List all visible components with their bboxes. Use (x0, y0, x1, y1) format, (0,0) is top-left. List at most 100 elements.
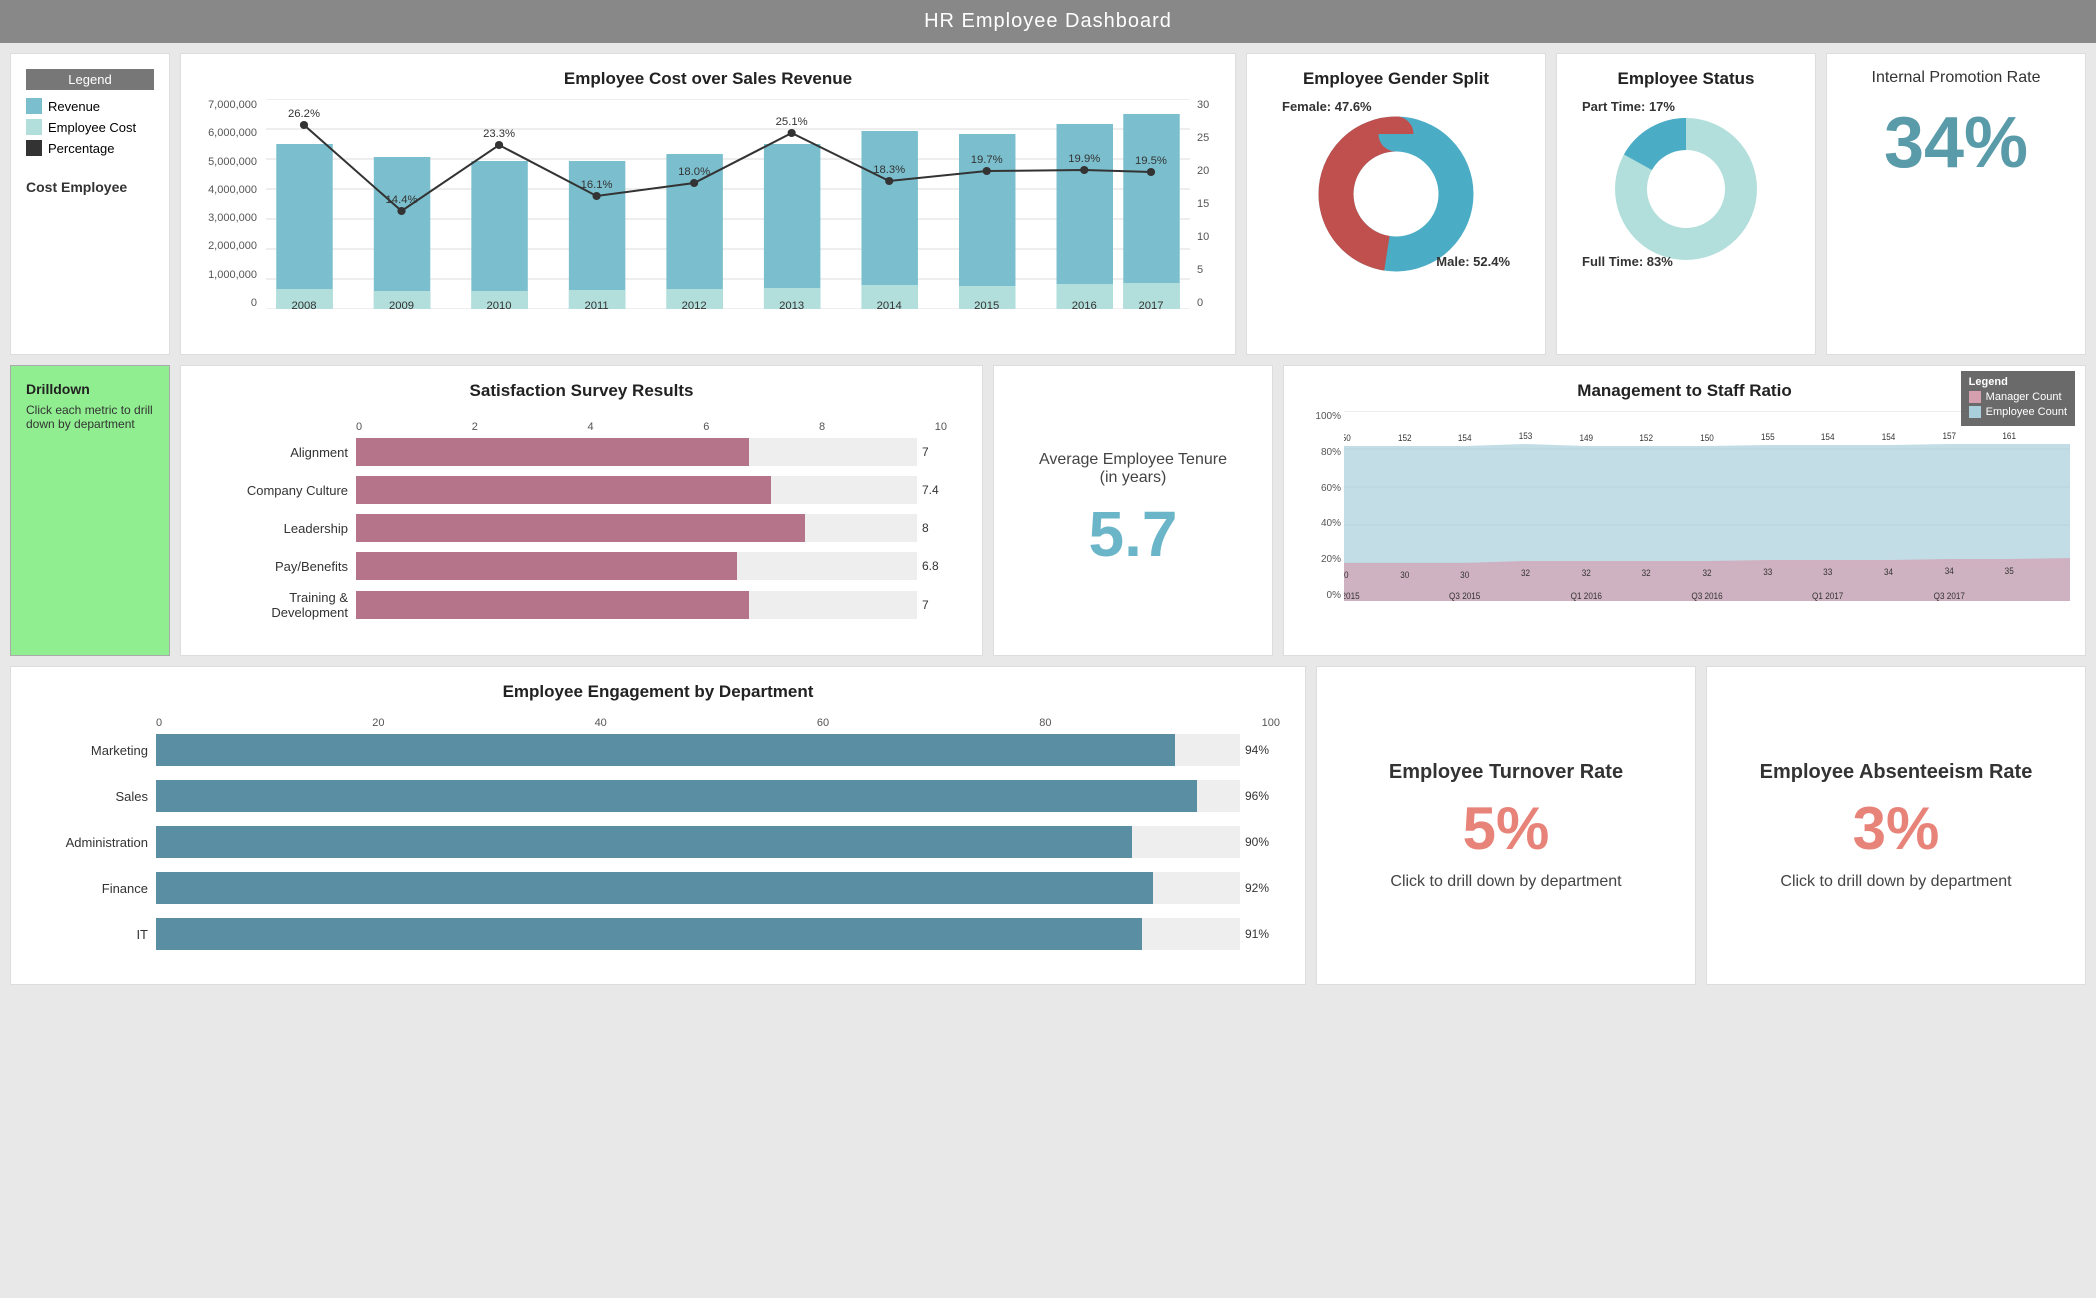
svg-text:2015: 2015 (974, 300, 999, 309)
eng-bar-bg-finance (156, 872, 1240, 904)
sat-label-training: Training & Development (216, 590, 356, 620)
svg-text:30: 30 (1460, 570, 1469, 580)
gender-donut-svg (1296, 114, 1496, 274)
eng-bar-fill-sales (156, 780, 1197, 812)
svg-text:16.1%: 16.1% (581, 179, 613, 191)
eng-axis: 020406080100 (36, 717, 1280, 729)
svg-text:34: 34 (1945, 566, 1954, 576)
dashboard-header: HR Employee Dashboard (0, 0, 2096, 43)
svg-text:2012: 2012 (682, 300, 707, 309)
drilldown-card[interactable]: Drilldown Click each metric to drill dow… (10, 365, 170, 656)
female-label: Female: 47.6% (1282, 99, 1372, 114)
eng-label-it: IT (36, 927, 156, 942)
svg-text:2014: 2014 (877, 300, 902, 309)
tenure-title: Average Employee Tenure (in years) (1039, 451, 1227, 487)
sat-row-pay: Pay/Benefits 6.8 (216, 552, 947, 580)
eng-bar-bg-marketing (156, 734, 1240, 766)
manager-legend-label: Manager Count (1986, 391, 2062, 403)
engagement-card: Employee Engagement by Department 020406… (10, 666, 1306, 985)
sat-bar-bg-pay (356, 552, 917, 580)
svg-text:153: 153 (1519, 431, 1533, 441)
svg-text:18.3%: 18.3% (873, 164, 905, 176)
eng-value-marketing: 94% (1245, 743, 1280, 757)
promotion-value: 34% (1842, 102, 2070, 184)
eng-row-sales: Sales 96% (36, 780, 1280, 812)
sat-value-alignment: 7 (922, 445, 947, 459)
svg-text:30: 30 (1344, 570, 1349, 580)
svg-text:32: 32 (1521, 568, 1530, 578)
sat-bar-fill-alignment (356, 438, 749, 466)
dashboard-body: Legend Revenue Employee Cost Percentage … (0, 43, 2096, 995)
turnover-card[interactable]: Employee Turnover Rate 5% Click to drill… (1316, 666, 1696, 985)
cost-revenue-title: Employee Cost over Sales Revenue (196, 69, 1220, 89)
revenue-legend-label: Revenue (48, 99, 100, 114)
svg-text:2016: 2016 (1072, 300, 1097, 309)
svg-text:149: 149 (1580, 433, 1594, 443)
legend-percentage: Percentage (26, 140, 154, 156)
eng-value-finance: 92% (1245, 881, 1280, 895)
mgmt-ratio-card: Management to Staff Ratio Legend Manager… (1283, 365, 2086, 656)
absenteeism-card[interactable]: Employee Absenteeism Rate 3% Click to dr… (1706, 666, 2086, 985)
turnover-title: Employee Turnover Rate (1389, 761, 1623, 784)
svg-text:19.5%: 19.5% (1135, 155, 1167, 167)
status-card: Employee Status Part Time: 17% Full Time… (1556, 53, 1816, 355)
satisfaction-title: Satisfaction Survey Results (196, 381, 967, 401)
mgmt-ratio-svg: 150 152 154 153 149 152 150 155 154 154 … (1344, 411, 2070, 601)
sat-row-leadership: Leadership 8 (216, 514, 947, 542)
turnover-value: 5% (1463, 794, 1550, 863)
svg-text:2008: 2008 (291, 300, 316, 309)
svg-text:154: 154 (1882, 432, 1896, 442)
sat-label-alignment: Alignment (216, 445, 356, 460)
row-1: Legend Revenue Employee Cost Percentage … (10, 53, 2086, 355)
svg-text:155: 155 (1761, 432, 1775, 442)
svg-text:30: 30 (1400, 570, 1409, 580)
status-donut-svg (1596, 114, 1776, 264)
eng-value-sales: 96% (1245, 789, 1280, 803)
svg-text:32: 32 (1642, 568, 1651, 578)
sat-bar-bg-leadership (356, 514, 917, 542)
status-title: Employee Status (1572, 69, 1800, 89)
sat-value-leadership: 8 (922, 521, 947, 535)
sat-value-training: 7 (922, 598, 947, 612)
promotion-card: Internal Promotion Rate 34% (1826, 53, 2086, 355)
sat-row-alignment: Alignment 7 (216, 438, 947, 466)
svg-text:Q1 2016: Q1 2016 (1571, 591, 1602, 601)
eng-bar-fill-finance (156, 872, 1153, 904)
sat-bar-fill-culture (356, 476, 771, 504)
mgmt-ratio-title: Management to Staff Ratio (1299, 381, 2070, 401)
svg-text:157: 157 (1943, 431, 1957, 441)
male-label: Male: 52.4% (1436, 254, 1510, 269)
svg-text:2011: 2011 (584, 300, 608, 309)
absenteeism-title: Employee Absenteeism Rate (1760, 761, 2033, 784)
svg-text:19.7%: 19.7% (971, 154, 1003, 166)
svg-text:152: 152 (1639, 433, 1653, 443)
mgmt-yaxis: 100%80%60%40%20%0% (1299, 411, 1344, 601)
cost-employee-label: Cost Employee (26, 179, 154, 195)
legend-title: Legend (26, 69, 154, 90)
row-3: Employee Engagement by Department 020406… (10, 666, 2086, 985)
row-2: Drilldown Click each metric to drill dow… (10, 365, 2086, 656)
sat-label-leadership: Leadership (216, 521, 356, 536)
absenteeism-value: 3% (1853, 794, 1940, 863)
eng-label-admin: Administration (36, 835, 156, 850)
employee-cost-legend-label: Employee Cost (48, 120, 136, 135)
eng-label-finance: Finance (36, 881, 156, 896)
svg-text:25.1%: 25.1% (776, 116, 808, 128)
eng-bar-fill-admin (156, 826, 1132, 858)
eng-bar-bg-it (156, 918, 1240, 950)
drilldown-title: Drilldown (26, 381, 154, 397)
svg-text:34: 34 (1884, 567, 1893, 577)
employee-legend-box (1969, 406, 1981, 418)
sat-bar-bg-training (356, 591, 917, 619)
sat-row-training: Training & Development 7 (216, 590, 947, 620)
sat-bar-bg-culture (356, 476, 917, 504)
sat-value-culture: 7.4 (922, 483, 947, 497)
mgmt-legend-manager: Manager Count (1969, 391, 2067, 403)
svg-text:35: 35 (2005, 566, 2014, 576)
svg-text:2013: 2013 (779, 300, 804, 309)
svg-text:23.3%: 23.3% (483, 128, 515, 140)
sat-bar-fill-pay (356, 552, 737, 580)
manager-legend-box (1969, 391, 1981, 403)
svg-text:161: 161 (2002, 431, 2016, 441)
eng-value-admin: 90% (1245, 835, 1280, 849)
